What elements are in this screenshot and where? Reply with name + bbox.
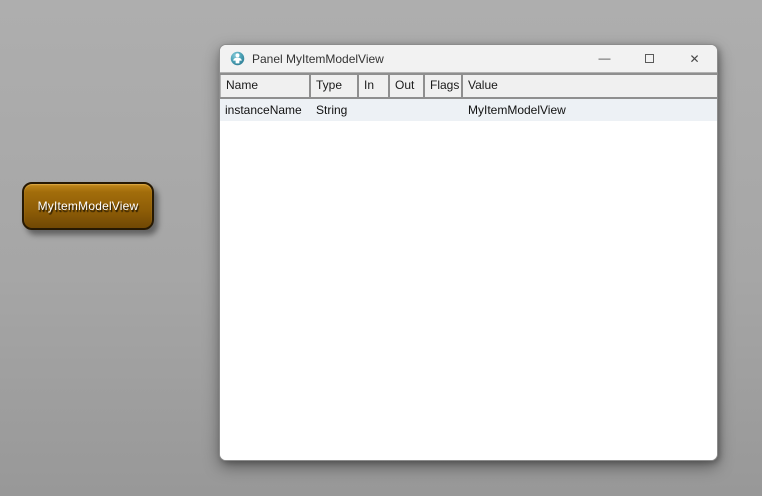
window-controls: — ✕ (582, 45, 717, 72)
cell-out (390, 99, 425, 121)
column-header-flags[interactable]: Flags (425, 75, 463, 97)
close-icon: ✕ (689, 53, 699, 65)
cell-value[interactable]: MyItemModelView (463, 99, 717, 121)
cell-in (359, 99, 390, 121)
maximize-icon (645, 54, 654, 63)
table-empty-area (220, 121, 717, 460)
window-titlebar[interactable]: Panel MyItemModelView — ✕ (220, 45, 717, 73)
panel-window: Panel MyItemModelView — ✕ Name Type In O… (219, 44, 718, 461)
cell-type: String (311, 99, 359, 121)
column-header-name[interactable]: Name (220, 75, 311, 97)
minimize-icon: — (599, 52, 611, 64)
column-header-in[interactable]: In (359, 75, 390, 97)
column-header-type[interactable]: Type (311, 75, 359, 97)
person-sphere-icon (230, 51, 245, 66)
table-row[interactable]: instanceName String MyItemModelView (220, 99, 717, 121)
editor-canvas[interactable]: MyItemModelView Pane (0, 0, 762, 496)
table-header: Name Type In Out Flags Value (220, 73, 717, 99)
node-myitemmodelview[interactable]: MyItemModelView (22, 182, 154, 230)
column-header-out[interactable]: Out (390, 75, 425, 97)
close-button[interactable]: ✕ (672, 45, 717, 72)
cell-name: instanceName (220, 99, 311, 121)
maximize-button[interactable] (627, 45, 672, 72)
window-title: Panel MyItemModelView (252, 52, 384, 66)
cell-flags (425, 99, 463, 121)
minimize-button[interactable]: — (582, 45, 627, 72)
node-label: MyItemModelView (38, 199, 139, 213)
column-header-value[interactable]: Value (463, 75, 717, 97)
